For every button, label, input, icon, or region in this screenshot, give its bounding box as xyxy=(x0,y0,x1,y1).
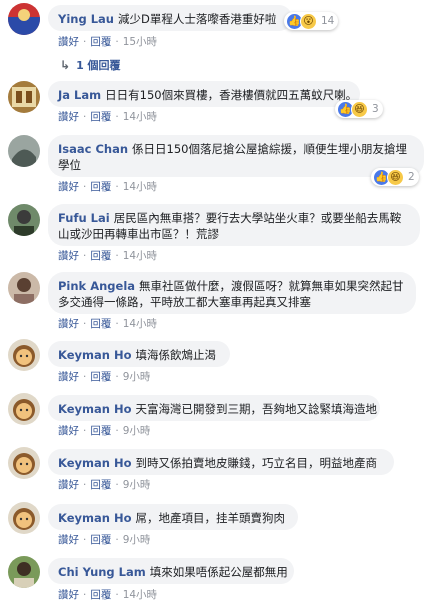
comment-bubble: Ying Lau 減少D單程人士落嚟香港重好啦 xyxy=(48,5,292,31)
reply-button[interactable]: 回覆 xyxy=(90,589,111,601)
like-button[interactable]: 讚好 xyxy=(58,425,79,437)
comment-bubble: Keyman Ho 屌，地產項目，挂羊頭賣狗肉 xyxy=(48,504,298,530)
comment-timestamp[interactable]: 14小時 xyxy=(123,318,157,330)
comment-author[interactable]: Isaac Chan xyxy=(58,142,128,156)
avatar-image-icon xyxy=(8,556,40,588)
comment-bubble: Keyman Ho 填海係飲鴆止渴 xyxy=(48,341,230,367)
comment-actions: 讚好 · 回覆 · 15小時 xyxy=(58,36,158,48)
comment-text: 到時又係拍賣地皮賺錢，巧立名目，明益地產商 xyxy=(135,456,377,470)
avatar[interactable] xyxy=(8,3,40,35)
avatar-image-icon xyxy=(8,272,40,304)
comment-text: 屌，地產項目，挂羊頭賣狗肉 xyxy=(135,511,285,525)
reaction-summary[interactable]: 👍 😮 14 xyxy=(284,12,339,30)
comment-timestamp[interactable]: 9小時 xyxy=(123,371,151,383)
haha-reaction-icon: 😆 xyxy=(387,168,404,186)
comment-bubble: Isaac Chan 係日日150個落尼搶公屋搶綜援，順便生埋小朋友搶埋學位 xyxy=(48,135,424,177)
comment-bubble: Ja Lam 日日有150個來買樓，香港樓價就四五萬蚊尺喇。 xyxy=(48,81,360,107)
avatar[interactable] xyxy=(8,339,40,371)
comment-author[interactable]: Keyman Ho xyxy=(58,511,131,525)
like-button[interactable]: 讚好 xyxy=(58,36,79,48)
comment-text: 填來如果唔係起公屋都無用 xyxy=(149,565,288,579)
comment-actions: 讚好 · 回覆 · 9小時 xyxy=(58,534,151,546)
reply-button[interactable]: 回覆 xyxy=(90,181,111,193)
avatar[interactable] xyxy=(8,81,40,113)
comment-actions: 讚好 · 回覆 · 14小時 xyxy=(58,318,158,330)
view-replies-label: 1 個回覆 xyxy=(76,59,121,72)
haha-reaction-icon: 😆 xyxy=(351,100,368,118)
avatar-image-icon xyxy=(8,81,40,113)
comment-actions: 讚好 · 回覆 · 9小時 xyxy=(58,371,151,383)
comment-author[interactable]: Keyman Ho xyxy=(58,402,131,416)
wow-reaction-icon: 😮 xyxy=(300,12,317,30)
comment-actions: 讚好 · 回覆 · 14小時 xyxy=(58,111,158,123)
reaction-summary[interactable]: 👍 😆 3 xyxy=(335,100,383,118)
avatar-image-icon xyxy=(8,3,40,35)
comment-actions: 讚好 · 回覆 · 14小時 xyxy=(58,250,158,262)
avatar-image-icon xyxy=(8,393,40,425)
comment-actions: 讚好 · 回覆 · 14小時 xyxy=(58,589,158,601)
comment-timestamp[interactable]: 14小時 xyxy=(123,589,157,601)
avatar-image-icon xyxy=(8,447,40,479)
comment-timestamp[interactable]: 14小時 xyxy=(123,111,157,123)
reply-button[interactable]: 回覆 xyxy=(90,479,111,491)
reply-button[interactable]: 回覆 xyxy=(90,371,111,383)
comment-timestamp[interactable]: 9小時 xyxy=(123,479,151,491)
avatar[interactable] xyxy=(8,502,40,534)
comment-text: 填海係飲鴆止渴 xyxy=(135,348,216,362)
reply-button[interactable]: 回覆 xyxy=(90,534,111,546)
like-button[interactable]: 讚好 xyxy=(58,111,79,123)
comment-timestamp[interactable]: 14小時 xyxy=(123,181,157,193)
like-button[interactable]: 讚好 xyxy=(58,250,79,262)
comment-author[interactable]: Keyman Ho xyxy=(58,456,131,470)
comment-author[interactable]: Fufu Lai xyxy=(58,211,110,225)
reply-button[interactable]: 回覆 xyxy=(90,250,111,262)
avatar[interactable] xyxy=(8,393,40,425)
reply-button[interactable]: 回覆 xyxy=(90,111,111,123)
comment-actions: 讚好 · 回覆 · 9小時 xyxy=(58,479,151,491)
comment-timestamp[interactable]: 9小時 xyxy=(123,534,151,546)
comment-bubble: Keyman Ho 天富海灣已開發到三期，吾夠地又諗緊填海造地 xyxy=(48,395,380,421)
like-button[interactable]: 讚好 xyxy=(58,479,79,491)
reaction-count: 14 xyxy=(321,15,335,27)
comment-bubble: Pink Angela 無車社區做什麼，渡假區呀？就算無車如果突然起甘多交通得一條… xyxy=(48,272,416,314)
comment-text: 天富海灣已開發到三期，吾夠地又諗緊填海造地 xyxy=(135,402,377,416)
comment-actions: 讚好 · 回覆 · 9小時 xyxy=(58,425,151,437)
view-replies-link[interactable]: ↳ 1 個回覆 xyxy=(60,57,121,73)
reaction-count: 3 xyxy=(372,103,379,115)
like-button[interactable]: 讚好 xyxy=(58,371,79,383)
reply-button[interactable]: 回覆 xyxy=(90,425,111,437)
comment-author[interactable]: Chi Yung Lam xyxy=(58,565,146,579)
comment-author[interactable]: Keyman Ho xyxy=(58,348,131,362)
avatar-image-icon xyxy=(8,135,40,167)
reaction-count: 2 xyxy=(408,171,415,183)
comment-actions: 讚好 · 回覆 · 14小時 xyxy=(58,181,158,193)
reply-button[interactable]: 回覆 xyxy=(90,318,111,330)
like-button[interactable]: 讚好 xyxy=(58,318,79,330)
avatar[interactable] xyxy=(8,272,40,304)
comment-author[interactable]: Pink Angela xyxy=(58,279,135,293)
like-button[interactable]: 讚好 xyxy=(58,181,79,193)
reply-arrow-icon: ↳ xyxy=(60,58,71,72)
comment-author[interactable]: Ying Lau xyxy=(58,12,114,26)
comment-bubble: Keyman Ho 到時又係拍賣地皮賺錢，巧立名目，明益地產商 xyxy=(48,449,394,475)
like-button[interactable]: 讚好 xyxy=(58,534,79,546)
comment-timestamp[interactable]: 9小時 xyxy=(123,425,151,437)
comment-text: 減少D單程人士落嚟香港重好啦 xyxy=(117,12,277,26)
comment-text: 日日有150個來買樓，香港樓價就四五萬蚊尺喇。 xyxy=(105,88,358,102)
comment-bubble: Fufu Lai 居民區內無車搭？要行去大學站坐火車？或要坐船去馬鞍山或沙田再轉車… xyxy=(48,204,420,246)
avatar[interactable] xyxy=(8,135,40,167)
avatar[interactable] xyxy=(8,204,40,236)
comment-timestamp[interactable]: 14小時 xyxy=(123,250,157,262)
like-button[interactable]: 讚好 xyxy=(58,589,79,601)
comment-bubble: Chi Yung Lam 填來如果唔係起公屋都無用 xyxy=(48,558,294,584)
avatar-image-icon xyxy=(8,204,40,236)
comment-timestamp[interactable]: 15小時 xyxy=(123,36,157,48)
reaction-summary[interactable]: 👍 😆 2 xyxy=(371,168,419,186)
avatar-image-icon xyxy=(8,502,40,534)
reply-button[interactable]: 回覆 xyxy=(90,36,111,48)
avatar[interactable] xyxy=(8,447,40,479)
avatar-image-icon xyxy=(8,339,40,371)
comment-author[interactable]: Ja Lam xyxy=(58,88,101,102)
avatar[interactable] xyxy=(8,556,40,588)
